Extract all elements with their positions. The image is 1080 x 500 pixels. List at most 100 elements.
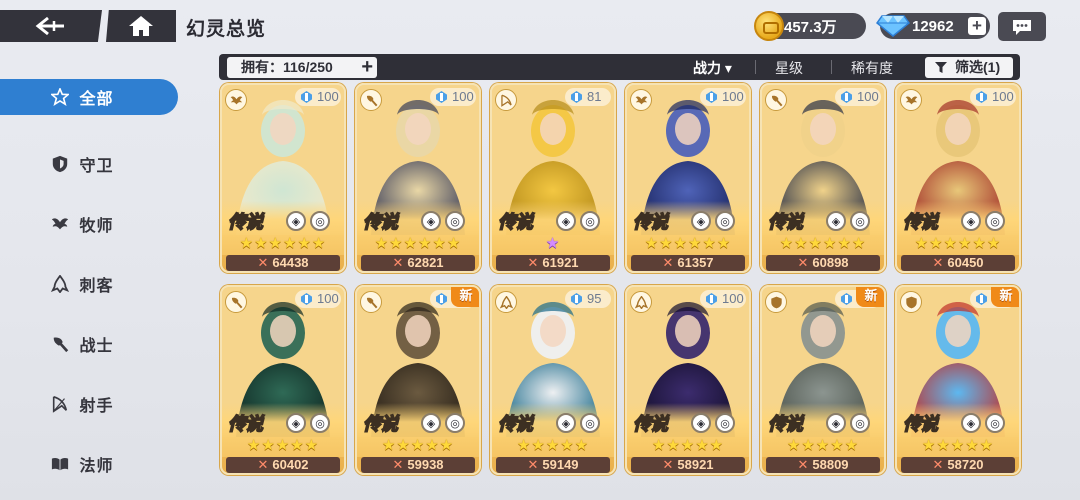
- rarity-label: 传说: [767, 413, 804, 435]
- dagger-icon: [634, 295, 648, 309]
- sort-rarity-tab[interactable]: 稀有度: [851, 58, 893, 78]
- level-gem-icon: [571, 91, 582, 103]
- filter-bar: 拥有：116/250 + 战力 ▾ 星级 稀有度 筛选(1): [219, 54, 1020, 80]
- sort-power-tab[interactable]: 战力 ▾: [693, 58, 732, 78]
- chat-bubble-icon: [1013, 19, 1031, 35]
- element-icon: ◈: [691, 413, 711, 433]
- level-indicator: 95: [565, 290, 611, 308]
- element-icon: ◈: [961, 211, 981, 231]
- new-badge: 新: [451, 287, 479, 307]
- power-rating: ✕ 61921: [496, 255, 610, 271]
- guard-class-badge: [765, 291, 787, 313]
- hero-card[interactable]: 100 传说 ◈ ◎ ★★★★★★ ✕ 61357: [625, 83, 751, 273]
- crossed-swords-icon: ✕: [662, 255, 674, 270]
- dagger-icon: [499, 295, 513, 309]
- star-rating: ★★★★★: [246, 437, 320, 454]
- star-outline-icon: [51, 88, 70, 106]
- sidebar-item-guard[interactable]: 守卫: [0, 134, 185, 194]
- rarity-label: 传说: [497, 211, 534, 233]
- rarity-label: 传说: [902, 413, 939, 435]
- add-gems-button[interactable]: +: [968, 17, 986, 35]
- warrior-class-badge: [765, 89, 787, 111]
- level-gem-icon: [706, 91, 717, 103]
- star-rating: ★★★★★★: [239, 235, 327, 252]
- level-gem-icon: [976, 91, 987, 103]
- hero-card[interactable]: 10 新 传说 ◈ ◎ ★★★★★ ✕59938: [355, 285, 481, 475]
- hero-card[interactable]: 81 传说 ◈ ◎ ★ ✕ 61921: [490, 83, 616, 273]
- element-icon: ◎: [580, 413, 600, 433]
- hero-card[interactable]: 9 新 传说 ◈ ◎ ★★★★★ ✕58720: [895, 285, 1021, 475]
- owned-count-box[interactable]: 拥有：116/250 +: [227, 57, 377, 78]
- power-rating: ✕ 58921: [631, 457, 745, 473]
- power-rating: ✕ 64438: [226, 255, 340, 271]
- star-rating: ★★★★★★: [644, 235, 732, 252]
- level-gem-icon: [436, 91, 447, 103]
- hero-card[interactable]: 100 传说 ◈ ◎ ★★★★★ ✕ 60402: [220, 285, 346, 475]
- filter-button[interactable]: 筛选(1): [925, 57, 1013, 78]
- power-rating: ✕ 59149: [496, 457, 610, 473]
- sidebar-item-assassin[interactable]: 刺客: [0, 254, 185, 314]
- element-icon: ◈: [286, 211, 306, 231]
- hero-level: 100: [722, 89, 744, 104]
- shield-icon: [770, 296, 782, 308]
- level-gem-icon: [706, 293, 717, 305]
- diamond-icon: [876, 15, 910, 37]
- axe-icon: [54, 337, 69, 353]
- star-rating: ★★★★★★: [779, 235, 867, 252]
- hero-level: 100: [722, 291, 744, 306]
- gold-coin-icon: [754, 11, 784, 41]
- page-title: 幻灵总览: [186, 19, 267, 40]
- expand-capacity-button[interactable]: +: [361, 57, 373, 78]
- sidebar-item-all[interactable]: 全部: [0, 74, 185, 120]
- level-gem-icon: [976, 293, 987, 305]
- axe-icon: [771, 95, 782, 106]
- power-rating: ✕ 60450: [901, 255, 1015, 271]
- element-icon: ◈: [826, 413, 846, 433]
- rarity-label: 传说: [227, 211, 264, 233]
- warrior-class-badge: [360, 89, 382, 111]
- crossed-swords-icon: ✕: [527, 457, 539, 472]
- back-arrow-icon: [35, 16, 64, 36]
- sort-star-tab[interactable]: 星级: [775, 58, 803, 78]
- hero-card[interactable]: 100 传说 ◈ ◎ ★★★★★★ ✕ 60898: [760, 83, 886, 273]
- star-rating: ★★★★★★: [374, 235, 462, 252]
- hero-card[interactable]: 100 传说 ◈ ◎ ★★★★★★ ✕ 64438: [220, 83, 346, 273]
- hero-card[interactable]: 100 传说 ◈ ◎ ★★★★★★ ✕ 62821: [355, 83, 481, 273]
- home-button[interactable]: [106, 10, 176, 42]
- hero-card[interactable]: 95 传说 ◈ ◎ ★★★★★ ✕ 59149: [490, 285, 616, 475]
- hero-card[interactable]: 9 新 传说 ◈ ◎ ★★★★★ ✕58809: [760, 285, 886, 475]
- power-value: 60898: [812, 255, 849, 270]
- axe-icon: [231, 297, 242, 308]
- priest-class-badge: [630, 89, 652, 111]
- sidebar-item-label: 法师: [79, 458, 114, 475]
- back-button[interactable]: [0, 10, 102, 42]
- star-rating: ★★★★★: [921, 437, 995, 454]
- hero-card[interactable]: 100 传说 ◈ ◎ ★★★★★ ✕ 58921: [625, 285, 751, 475]
- element-icon: ◎: [580, 211, 600, 231]
- level-indicator: 81: [565, 88, 611, 106]
- hero-card[interactable]: 100 传说 ◈ ◎ ★★★★★★ ✕ 60450: [895, 83, 1021, 273]
- power-rating: ✕ 58720: [901, 457, 1015, 473]
- crossed-swords-icon: ✕: [662, 457, 674, 472]
- chat-button[interactable]: [998, 12, 1046, 41]
- sidebar-item-archer[interactable]: 射手: [0, 374, 185, 434]
- hero-level: 100: [317, 291, 339, 306]
- power-value: 58809: [812, 457, 849, 472]
- level-indicator: 100: [835, 88, 881, 106]
- gold-counter: 457.3万: [754, 11, 866, 41]
- divider: [755, 60, 756, 74]
- dagger-icon: [51, 275, 70, 293]
- guard-class-badge: [900, 291, 922, 313]
- shield-icon: [905, 296, 917, 308]
- sidebar-item-warrior[interactable]: 战士: [0, 314, 185, 374]
- axe-icon: [366, 297, 377, 308]
- sidebar-item-mage[interactable]: 法师: [0, 434, 185, 494]
- shield-icon: [53, 155, 68, 173]
- power-value: 60402: [272, 457, 309, 472]
- element-icon: ◈: [421, 211, 441, 231]
- priest-class-badge: [225, 89, 247, 111]
- crossed-swords-icon: ✕: [257, 255, 269, 270]
- element-icon: ◎: [715, 413, 735, 433]
- sidebar-item-priest[interactable]: 牧师: [0, 194, 185, 254]
- power-value: 58720: [947, 457, 984, 472]
